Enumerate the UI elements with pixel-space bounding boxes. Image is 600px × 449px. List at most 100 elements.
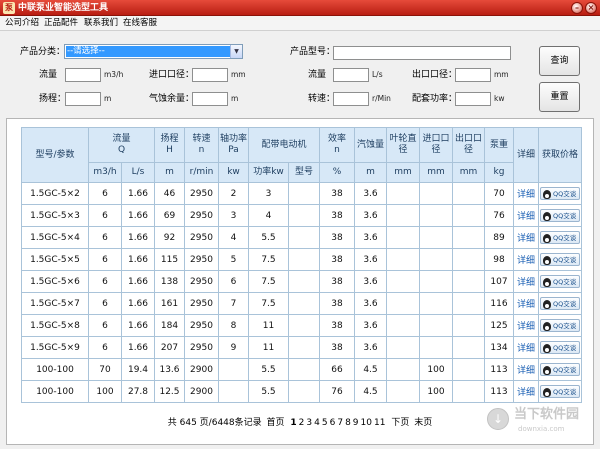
qq-chat-label: QQ交谈 — [553, 344, 577, 352]
table-cell: 8 — [218, 314, 249, 337]
head-input[interactable] — [65, 92, 101, 106]
detail-link[interactable]: 详细 — [513, 182, 539, 205]
pager-page-link[interactable]: 6 — [330, 418, 336, 428]
pager-page-link[interactable]: 2 — [299, 418, 305, 428]
qq-chat-button[interactable]: QQ交谈 — [540, 253, 580, 266]
cell-model: 1.5GC-5×9 — [21, 336, 89, 359]
inlet-input[interactable] — [192, 68, 228, 82]
pager-page-link[interactable]: 10 — [361, 418, 372, 428]
menu-item-parts[interactable]: 正品配件 — [44, 18, 78, 29]
flow-ls-input[interactable] — [333, 68, 369, 82]
detail-link[interactable]: 详细 — [513, 358, 539, 381]
detail-link[interactable]: 详细 — [513, 204, 539, 227]
minimize-icon[interactable]: – — [571, 2, 583, 14]
table-cell: 3 — [248, 182, 289, 205]
table-cell: 1.66 — [121, 248, 155, 271]
table-cell: 107 — [484, 270, 514, 293]
menu-item-contact[interactable]: 联系我们 — [84, 18, 118, 29]
table-cell: 3.6 — [354, 270, 387, 293]
watermark-sub: downxia.com — [518, 425, 565, 433]
unit-header: m — [354, 162, 387, 183]
flow-m3h-input[interactable] — [65, 68, 101, 82]
col-flow: 流量 Q — [88, 127, 155, 163]
pager-page-link[interactable]: 8 — [345, 418, 351, 428]
qq-chat-button[interactable]: QQ交谈 — [540, 319, 580, 332]
table-cell: 1.66 — [121, 226, 155, 249]
unit-header: mm — [452, 162, 485, 183]
speed-input[interactable] — [333, 92, 369, 106]
pager-page-link[interactable]: 9 — [353, 418, 359, 428]
head-label: 扬程： — [39, 94, 67, 104]
table-cell: 3.6 — [354, 292, 387, 315]
table-row: 1.5GC-5×8 6 1.66 184 2950 8 11 38 3.6 125 详细 QQ交谈 — [21, 314, 582, 337]
pager-first[interactable]: 首页 — [267, 418, 285, 428]
table-cell — [218, 358, 249, 381]
menu-item-company[interactable]: 公司介绍 — [5, 18, 39, 29]
qq-chat-button[interactable]: QQ交谈 — [540, 209, 580, 222]
outlet-input[interactable] — [455, 68, 491, 82]
qq-chat-button[interactable]: QQ交谈 — [540, 275, 580, 288]
detail-link[interactable]: 详细 — [513, 336, 539, 359]
reset-button[interactable]: 重置 — [539, 82, 580, 112]
table-cell: 113 — [484, 358, 514, 381]
col-head: 扬程 H — [154, 127, 185, 163]
category-select[interactable]: --请选择-- ▼ — [64, 44, 243, 59]
table-cell: 69 — [154, 204, 185, 227]
table-cell: 92 — [154, 226, 185, 249]
qq-chat-button[interactable]: QQ交谈 — [540, 363, 580, 376]
menu-item-support[interactable]: 在线客服 — [123, 18, 157, 29]
qq-chat-button[interactable]: QQ交谈 — [540, 231, 580, 244]
table-cell: 4 — [248, 204, 289, 227]
qq-chat-button[interactable]: QQ交谈 — [540, 341, 580, 354]
pager-page-link[interactable]: 5 — [322, 418, 328, 428]
qq-chat-button[interactable]: QQ交谈 — [540, 385, 580, 398]
detail-link[interactable]: 详细 — [513, 380, 539, 403]
table-cell: 76 — [319, 380, 355, 403]
table-cell: 66 — [319, 358, 355, 381]
table-cell: 2950 — [184, 336, 219, 359]
table-cell: 2950 — [184, 270, 219, 293]
cell-model: 100-100 — [21, 380, 89, 403]
pager-page-link[interactable]: 7 — [337, 418, 343, 428]
results-panel: 型号/参数 流量 Q 扬程 H 转速 n 轴功率 Pa 配带电动机 效率 n 汽蚀量 叶轮… — [6, 118, 594, 445]
pager-page-link[interactable]: 3 — [306, 418, 312, 428]
detail-link[interactable]: 详细 — [513, 314, 539, 337]
qq-chat-label: QQ交谈 — [553, 366, 577, 374]
detail-link[interactable]: 详细 — [513, 248, 539, 271]
pager-last[interactable]: 末页 — [414, 418, 432, 428]
table-cell: 38 — [319, 270, 355, 293]
menu-bar: 公司介绍 正品配件 联系我们 在线客服 — [0, 16, 600, 31]
detail-link[interactable]: 详细 — [513, 292, 539, 315]
price-cell: QQ交谈 — [538, 336, 582, 359]
npsh-unit: m — [231, 94, 239, 103]
qq-penguin-icon — [543, 300, 551, 309]
table-cell — [419, 226, 453, 249]
query-button[interactable]: 查询 — [539, 46, 580, 76]
qq-chat-button[interactable]: QQ交谈 — [540, 187, 580, 200]
pager-next[interactable]: 下页 — [391, 418, 409, 428]
pager-page-link[interactable]: 11 — [374, 418, 385, 428]
table-cell: 7.5 — [248, 292, 289, 315]
qq-chat-button[interactable]: QQ交谈 — [540, 297, 580, 310]
table-cell — [288, 204, 320, 227]
detail-link[interactable]: 详细 — [513, 226, 539, 249]
npsh-input[interactable] — [192, 92, 228, 106]
table-cell: 38 — [319, 292, 355, 315]
table-cell: 2950 — [184, 314, 219, 337]
unit-header: kw — [218, 162, 249, 183]
close-icon[interactable]: × — [585, 2, 597, 14]
table-cell: 5.5 — [248, 380, 289, 403]
table-cell: 38 — [319, 182, 355, 205]
qq-penguin-icon — [543, 212, 551, 221]
power-input[interactable] — [455, 92, 491, 106]
table-cell — [386, 204, 420, 227]
pager-page-link[interactable]: 4 — [314, 418, 320, 428]
unit-header: 型号 — [288, 162, 320, 183]
inlet-label: 进口口径： — [149, 70, 195, 80]
pager-page-link[interactable]: 1 — [290, 418, 296, 428]
table-cell: 184 — [154, 314, 185, 337]
chevron-down-icon[interactable]: ▼ — [230, 45, 242, 58]
detail-link[interactable]: 详细 — [513, 270, 539, 293]
model-input[interactable] — [333, 46, 511, 60]
table-cell: 27.8 — [121, 380, 155, 403]
